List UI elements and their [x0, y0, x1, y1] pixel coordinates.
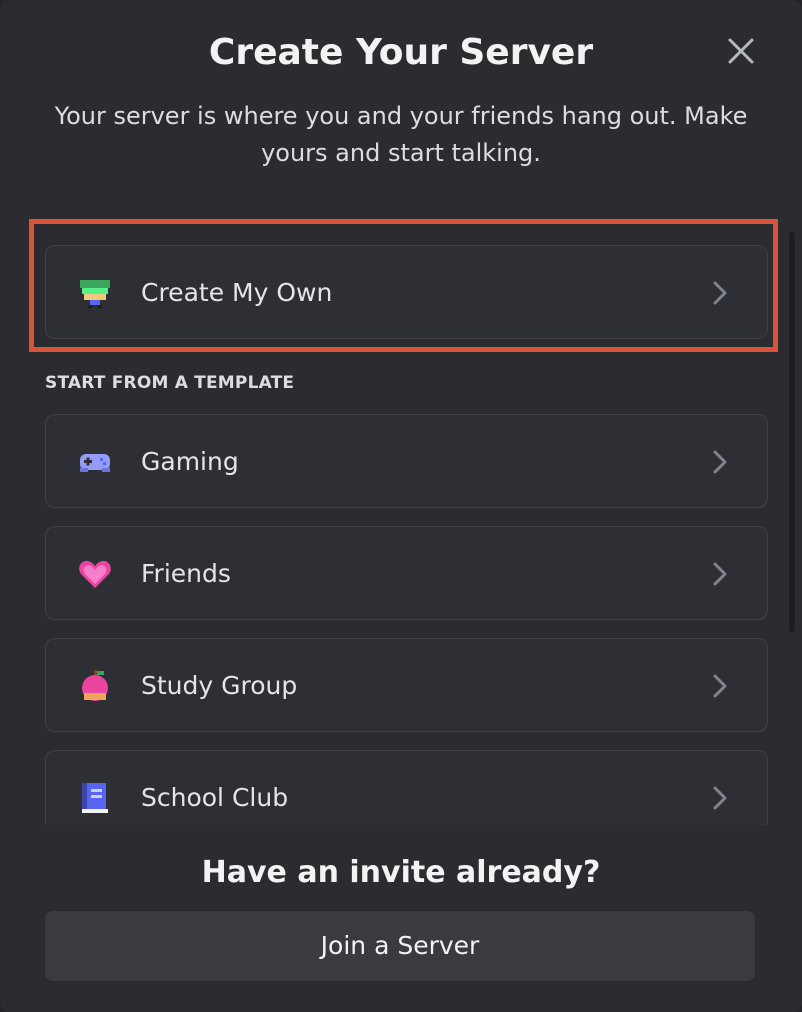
apple-icon [82, 670, 108, 701]
chevron-right-icon [713, 674, 727, 698]
heart-icon [79, 560, 111, 588]
template-item-label: Gaming [141, 447, 239, 476]
modal-title: Create Your Server [208, 32, 594, 73]
template-item-school-club[interactable]: School Club [45, 750, 768, 825]
create-own-icon [80, 280, 110, 308]
close-button[interactable] [722, 32, 760, 70]
template-section-label: START FROM A TEMPLATE [45, 373, 295, 393]
scrollbar-thumb[interactable] [789, 232, 795, 632]
modal-footer: Have an invite already? Join a Server [0, 825, 802, 1012]
template-item-friends[interactable]: Friends [45, 526, 768, 620]
chevron-right-icon [713, 450, 727, 474]
close-icon [728, 38, 754, 64]
chevron-right-icon [713, 562, 727, 586]
template-item-gaming[interactable]: Gaming [45, 414, 768, 508]
template-item-label: Study Group [141, 671, 298, 700]
join-server-button[interactable]: Join a Server [45, 911, 755, 981]
modal-subtitle: Your server is where you and your friend… [54, 102, 748, 167]
footer-title: Have an invite already? [201, 855, 601, 890]
create-my-own-button[interactable]: Create My Own [45, 245, 768, 339]
template-item-study-group[interactable]: Study Group [45, 638, 768, 732]
create-server-modal: Create Your Server Your server is where … [0, 0, 802, 1012]
book-icon [82, 783, 108, 813]
gamepad-icon [80, 454, 110, 472]
chevron-right-icon [713, 786, 727, 810]
template-item-label: Friends [141, 559, 231, 588]
create-my-own-label: Create My Own [141, 278, 333, 307]
chevron-right-icon [713, 281, 727, 305]
